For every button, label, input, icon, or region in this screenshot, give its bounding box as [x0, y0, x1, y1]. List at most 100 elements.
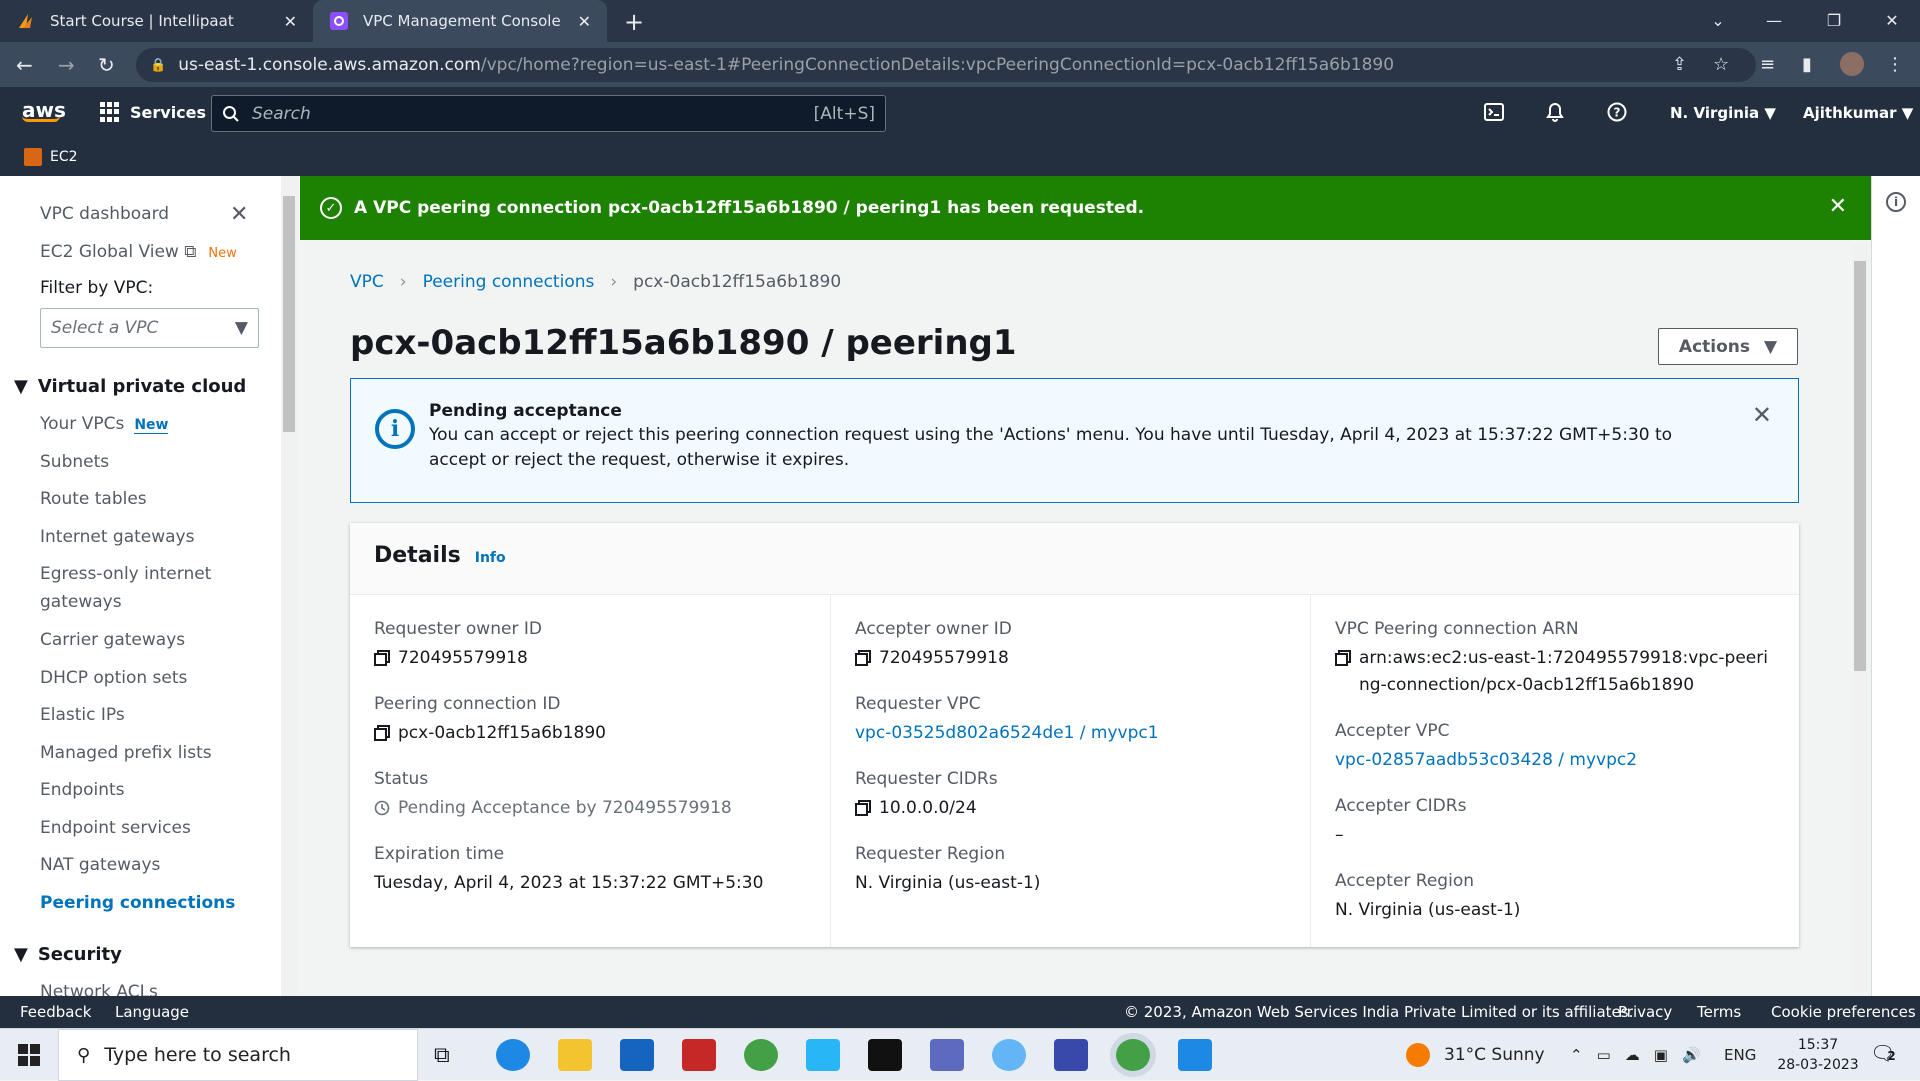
mail-icon[interactable]: [620, 1039, 654, 1071]
back-icon[interactable]: ←: [16, 53, 33, 77]
profile-avatar[interactable]: [1840, 52, 1864, 76]
sidebar-item-subnets[interactable]: Subnets: [40, 452, 109, 472]
language-indicator[interactable]: ENG: [1724, 1029, 1756, 1081]
sidebar-item-internet-gateways[interactable]: Internet gateways: [40, 527, 194, 547]
sidebar-item-peering-connections[interactable]: Peering connections: [40, 893, 235, 913]
close-window-icon[interactable]: ✕: [1864, 0, 1920, 40]
reading-list-icon[interactable]: ≡: [1760, 54, 1775, 75]
restore-icon[interactable]: ❐: [1806, 0, 1862, 40]
sidebar-item-dhcp-option-sets[interactable]: DHCP option sets: [40, 668, 187, 688]
feedback-link[interactable]: Feedback: [20, 1003, 91, 1021]
language-link[interactable]: Language: [115, 1003, 189, 1021]
section-security[interactable]: ▼ Security: [14, 944, 122, 965]
terms-link[interactable]: Terms: [1697, 1003, 1741, 1021]
tab-intellipaat[interactable]: Start Course | Intellipaat ✕: [0, 0, 313, 42]
task-view-icon[interactable]: ⧉: [434, 1043, 468, 1075]
copy-icon[interactable]: [374, 650, 390, 666]
copy-icon[interactable]: [1335, 650, 1351, 666]
sidebar-item-endpoint-services[interactable]: Endpoint services: [40, 818, 191, 838]
info-link[interactable]: Info: [475, 550, 506, 566]
region-selector[interactable]: N. Virginia ▼: [1670, 104, 1776, 122]
sidebar-item-elastic-ips[interactable]: Elastic IPs: [40, 705, 125, 725]
netflix-icon[interactable]: [868, 1039, 902, 1071]
breadcrumb-peering-connections[interactable]: Peering connections: [423, 272, 595, 292]
photos-icon[interactable]: [1178, 1039, 1212, 1071]
sidebar-scrollbar[interactable]: [281, 176, 298, 996]
chrome-icon[interactable]: [744, 1039, 778, 1071]
bookmark-star-icon[interactable]: ☆: [1713, 54, 1729, 75]
requester-vpc-link[interactable]: vpc-03525d802a6524de1 / myvpc1: [855, 720, 1295, 747]
meet-icon[interactable]: ▭: [1597, 1046, 1611, 1064]
copy-icon[interactable]: [855, 800, 871, 816]
edge-browser-icon[interactable]: [496, 1039, 530, 1071]
notification-center-icon[interactable]: 🗨2: [1870, 1041, 1896, 1065]
services-menu-button[interactable]: Services: [100, 102, 206, 122]
vpc-filter-select[interactable]: Select a VPC ▼: [40, 308, 259, 348]
mcafee-icon[interactable]: [682, 1039, 716, 1071]
taskbar-search-input[interactable]: ⚲ Type here to search: [58, 1029, 418, 1081]
ec2-shortcut[interactable]: EC2: [24, 148, 78, 166]
account-menu[interactable]: Ajithkumar ▼: [1803, 104, 1913, 122]
close-sidebar-icon[interactable]: ✕: [230, 202, 248, 227]
remote-app-icon[interactable]: [1054, 1039, 1088, 1071]
file-explorer-icon[interactable]: [558, 1039, 592, 1071]
info-panel-icon[interactable]: i: [1886, 192, 1906, 212]
onedrive-icon[interactable]: ☁: [1625, 1046, 1640, 1064]
sidebar-item-your-vpcs[interactable]: Your VPCs New: [40, 414, 169, 434]
internet-explorer-icon[interactable]: [992, 1039, 1026, 1071]
main-scrollbar[interactable]: [1852, 245, 1869, 991]
sidebar-item-network-acls[interactable]: Network ACLs: [40, 982, 158, 996]
taskbar-clock[interactable]: 15:37 28-03-2023: [1772, 1035, 1864, 1075]
field-accepter-owner-id: Accepter owner ID 720495579918: [855, 619, 1295, 672]
sidebar-item-endpoints[interactable]: Endpoints: [40, 780, 125, 800]
l-app-icon[interactable]: [806, 1039, 840, 1071]
close-tab-icon[interactable]: ✕: [578, 12, 591, 31]
tab-vpc-console[interactable]: VPC Management Console ✕: [313, 0, 607, 42]
tab-search-icon[interactable]: ⌄: [1690, 0, 1746, 40]
windows-start-icon[interactable]: [18, 1044, 40, 1066]
network-app-icon[interactable]: [930, 1039, 964, 1071]
scrollbar-thumb[interactable]: [283, 196, 295, 432]
volume-icon[interactable]: 🔊: [1682, 1046, 1701, 1064]
sidebar-item-egress-only-gateways-line2[interactable]: gateways: [40, 592, 122, 612]
scrollbar-thumb[interactable]: [1854, 261, 1866, 671]
sidebar-item-route-tables[interactable]: Route tables: [40, 489, 147, 509]
cookie-preferences-link[interactable]: Cookie preferences: [1771, 1003, 1916, 1021]
sidebar-item-ec2-global-view[interactable]: EC2 Global View ⧉ New: [40, 242, 237, 262]
close-tab-icon[interactable]: ✕: [284, 12, 297, 31]
sidebar-item-egress-only-gateways[interactable]: Egress-only internet: [40, 564, 211, 584]
tab-title: Start Course | Intellipaat: [50, 12, 234, 30]
new-tab-icon[interactable]: +: [624, 8, 644, 36]
notifications-bell-icon[interactable]: [1545, 102, 1565, 122]
breadcrumb-vpc[interactable]: VPC: [350, 272, 384, 292]
share-icon[interactable]: ⇪: [1672, 54, 1687, 75]
dismiss-alert-icon[interactable]: ✕: [1752, 401, 1772, 429]
sidebar-item-carrier-gateways[interactable]: Carrier gateways: [40, 630, 185, 650]
accepter-vpc-link[interactable]: vpc-02857aadb53c03428 / myvpc2: [1335, 747, 1775, 774]
cloudshell-icon[interactable]: [1484, 102, 1504, 122]
sidebar-item-managed-prefix-lists[interactable]: Managed prefix lists: [40, 743, 212, 763]
help-icon[interactable]: ?: [1607, 102, 1627, 122]
display-icon[interactable]: ▣: [1654, 1046, 1668, 1064]
chrome-active-icon[interactable]: [1116, 1039, 1150, 1071]
service-shortcuts-bar: EC2: [0, 138, 1920, 176]
minimize-icon[interactable]: —: [1746, 0, 1802, 40]
sidebar-item-nat-gateways[interactable]: NAT gateways: [40, 855, 160, 875]
actions-button[interactable]: Actions ▼: [1658, 328, 1798, 365]
copy-icon[interactable]: [374, 725, 390, 741]
privacy-link[interactable]: Privacy: [1618, 1003, 1672, 1021]
dismiss-flash-icon[interactable]: ✕: [1829, 194, 1847, 219]
forward-icon[interactable]: →: [58, 53, 75, 77]
copy-icon[interactable]: [855, 650, 871, 666]
side-panel-icon[interactable]: ▮: [1802, 54, 1812, 75]
aws-logo[interactable]: aws: [22, 98, 66, 122]
section-virtual-private-cloud[interactable]: ▼ Virtual private cloud: [14, 376, 246, 397]
field-value: N. Virginia (us-east-1): [855, 873, 1041, 893]
sidebar-item-vpc-dashboard[interactable]: VPC dashboard: [40, 204, 169, 224]
weather-widget[interactable]: 31°C Sunny: [1406, 1029, 1545, 1081]
browser-menu-icon[interactable]: ⋮: [1886, 54, 1904, 75]
reload-icon[interactable]: ↻: [98, 53, 115, 77]
url-field[interactable]: 🔒 us-east-1.console.aws.amazon.com/vpc/h…: [136, 48, 1756, 82]
chevron-up-icon[interactable]: ⌃: [1570, 1046, 1583, 1064]
aws-search-input[interactable]: Search [Alt+S]: [211, 95, 886, 132]
